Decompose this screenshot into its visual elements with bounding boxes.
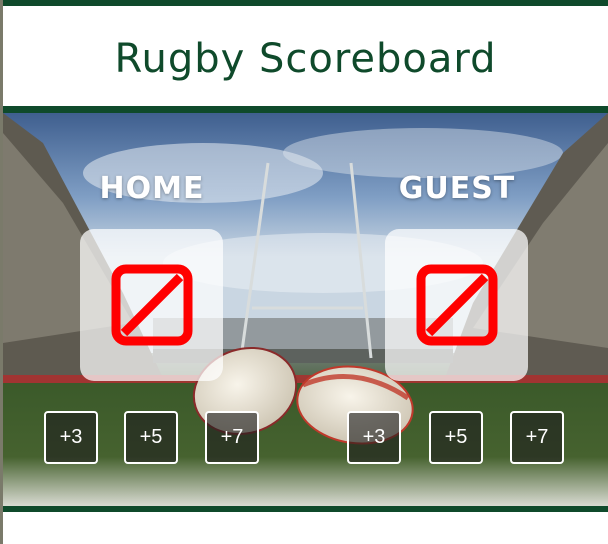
- home-score-display: [80, 229, 223, 381]
- guest-add-7-button[interactable]: +7: [510, 411, 564, 464]
- home-add-5-button[interactable]: +5: [124, 411, 178, 464]
- home-label: HOME: [99, 171, 205, 206]
- page-title: Rugby Scoreboard: [114, 36, 497, 82]
- footer-divider: [3, 506, 608, 512]
- guest-add-5-button[interactable]: +5: [429, 411, 483, 464]
- broken-image-icon: [111, 264, 192, 346]
- scoreboard-stage: HOME GUEST +3 +5 +7 +3 +5 +7: [3, 113, 608, 506]
- home-add-3-button[interactable]: +3: [44, 411, 98, 464]
- broken-image-icon: [416, 264, 497, 346]
- page-header: Rugby Scoreboard: [3, 6, 608, 106]
- guest-add-3-button[interactable]: +3: [347, 411, 401, 464]
- guest-score-display: [385, 229, 528, 381]
- header-divider: [3, 106, 608, 113]
- home-add-7-button[interactable]: +7: [205, 411, 259, 464]
- guest-label: GUEST: [398, 171, 516, 206]
